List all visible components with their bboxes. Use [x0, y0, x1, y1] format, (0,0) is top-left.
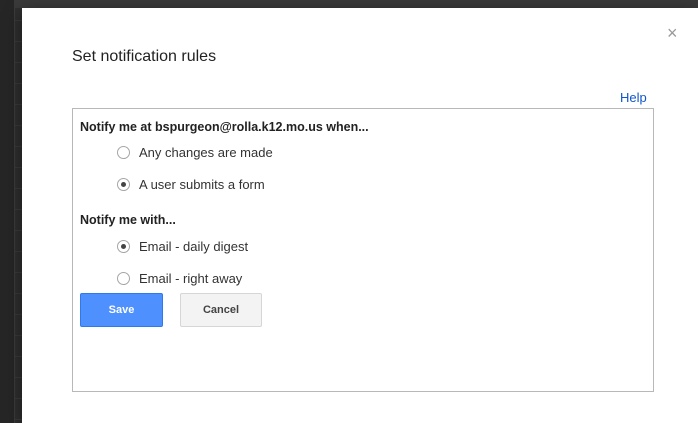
radio-label: Any changes are made	[139, 144, 273, 160]
radio-button[interactable]	[117, 239, 130, 253]
column-header-strip	[14, 0, 698, 8]
radio-label: Email - right away	[139, 270, 243, 286]
radio-button[interactable]	[117, 145, 130, 159]
dialog-title: Set notification rules	[72, 48, 217, 65]
close-icon[interactable]: ×	[667, 24, 678, 42]
radio-button[interactable]	[117, 271, 130, 285]
cancel-button[interactable]: Cancel	[180, 293, 262, 327]
radio-label: Email - daily digest	[139, 238, 249, 254]
save-button[interactable]: Save	[80, 293, 163, 327]
row-header-strip	[0, 0, 15, 423]
radio-label: A user submits a form	[139, 176, 265, 192]
notification-rules-dialog: Set notification rules × Help Notify me …	[22, 8, 698, 423]
notify-when-heading: Notify me at bspurgeon@rolla.k12.mo.us w…	[80, 120, 369, 134]
radio-button[interactable]	[117, 177, 130, 191]
notify-with-heading: Notify me with...	[80, 213, 176, 227]
radio-any-changes[interactable]: Any changes are made	[117, 143, 273, 161]
rules-panel: Notify me at bspurgeon@rolla.k12.mo.us w…	[72, 108, 654, 392]
help-link[interactable]: Help	[620, 90, 647, 105]
radio-form-submit[interactable]: A user submits a form	[117, 175, 265, 193]
radio-right-away[interactable]: Email - right away	[117, 269, 242, 287]
radio-daily-digest[interactable]: Email - daily digest	[117, 237, 248, 255]
